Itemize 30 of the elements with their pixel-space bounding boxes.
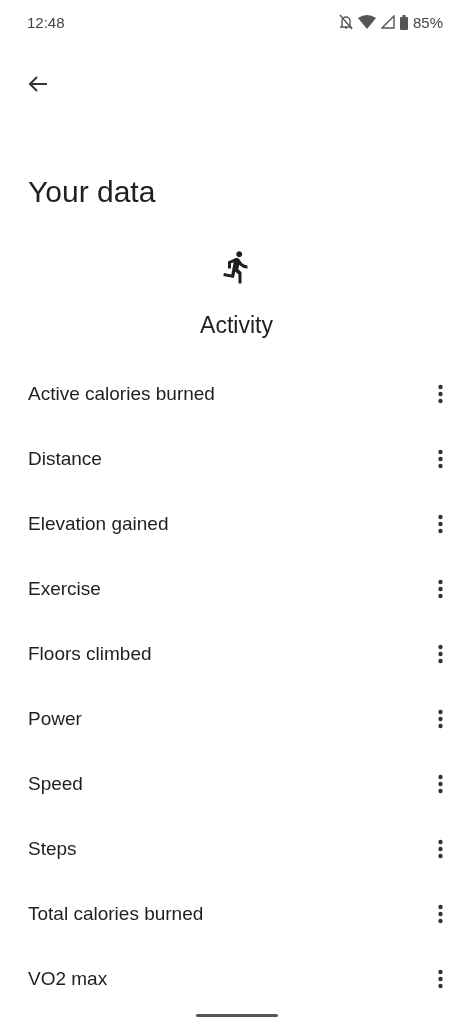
more-vertical-icon[interactable]: [437, 838, 443, 859]
battery-percent: 85%: [412, 13, 443, 31]
muted-bell-icon: [338, 14, 353, 30]
more-vertical-icon[interactable]: [437, 643, 443, 664]
data-type-item[interactable]: Distance: [0, 426, 473, 491]
more-vertical-icon[interactable]: [437, 773, 443, 794]
category-title: Activity: [200, 312, 273, 339]
data-type-item[interactable]: Speed: [0, 751, 473, 816]
data-type-item[interactable]: Elevation gained: [0, 491, 473, 556]
data-type-item[interactable]: Floors climbed: [0, 621, 473, 686]
navigation-handle[interactable]: [196, 1014, 278, 1017]
data-type-item[interactable]: Exercise: [0, 556, 473, 621]
more-vertical-icon[interactable]: [437, 968, 443, 989]
more-vertical-icon[interactable]: [437, 448, 443, 469]
status-time: 12:48: [27, 13, 65, 31]
page-title: Your data: [28, 174, 157, 210]
back-arrow-icon[interactable]: [28, 76, 48, 92]
more-vertical-icon[interactable]: [437, 903, 443, 924]
signal-icon: [380, 15, 395, 29]
more-vertical-icon[interactable]: [437, 578, 443, 599]
wifi-icon: [357, 15, 376, 29]
data-type-item[interactable]: VO2 max: [0, 946, 473, 1011]
battery-icon: [399, 14, 408, 30]
more-vertical-icon[interactable]: [437, 513, 443, 534]
more-vertical-icon[interactable]: [437, 383, 443, 404]
data-type-item[interactable]: Steps: [0, 816, 473, 881]
data-type-item[interactable]: Power: [0, 686, 473, 751]
data-type-item[interactable]: Active calories burned: [0, 361, 473, 426]
more-vertical-icon[interactable]: [437, 708, 443, 729]
data-type-item[interactable]: Total calories burned: [0, 881, 473, 946]
